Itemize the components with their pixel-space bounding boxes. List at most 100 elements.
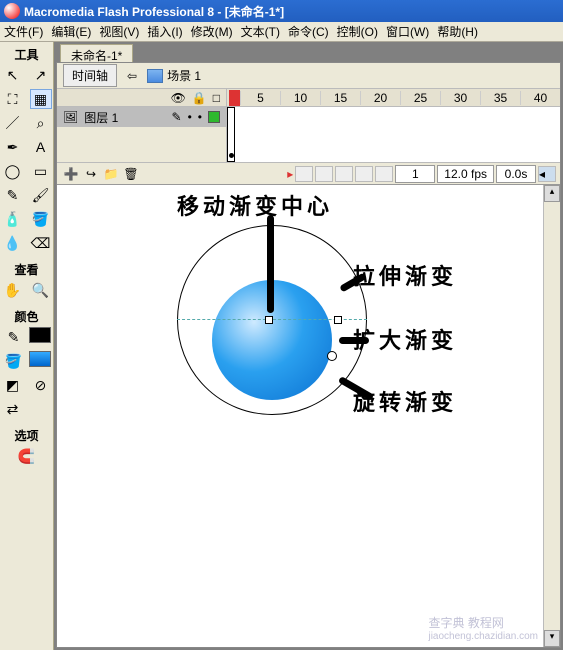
stroke-color-icon[interactable]: ✎: [3, 327, 25, 347]
line-tool-icon[interactable]: ／: [2, 113, 24, 133]
time-field: 0.0s: [496, 165, 536, 183]
oval-tool-icon[interactable]: ◯: [2, 161, 24, 181]
ruler-tick: 5: [240, 91, 280, 105]
new-folder-icon[interactable]: 📁: [103, 166, 119, 182]
zoom-tool-icon[interactable]: 🔍: [30, 280, 52, 300]
vertical-scrollbar[interactable]: ▴ ▾: [543, 185, 560, 647]
menu-modify[interactable]: 修改(M): [191, 23, 233, 40]
timeline-panel: 👁 🔒 □ 🖼 图层 1 ✎ • •: [57, 89, 560, 163]
ruler-tick: 30: [440, 91, 480, 105]
document-tab[interactable]: 未命名-1*: [60, 44, 133, 62]
ruler-tick: 15: [320, 91, 360, 105]
delete-layer-icon[interactable]: 🗑: [123, 166, 139, 182]
modify-markers-button[interactable]: [375, 166, 393, 182]
document-tabs: 未命名-1*: [54, 42, 563, 62]
ruler-tick: 25: [400, 91, 440, 105]
onion-skin-button[interactable]: [315, 166, 333, 182]
gradient-transform-tool-icon[interactable]: ▦: [30, 89, 52, 109]
outline-icon[interactable]: □: [213, 91, 220, 105]
new-layer-icon[interactable]: ➕: [63, 166, 79, 182]
hand-tool-icon[interactable]: ✋: [2, 280, 24, 300]
eraser-tool-icon[interactable]: ⌫: [30, 233, 52, 253]
annotation-stroke: [267, 215, 274, 313]
layer-edit-icon: ✎: [172, 110, 182, 124]
snap-magnet-icon[interactable]: 🧲: [16, 446, 38, 466]
lasso-tool-icon[interactable]: ⌕: [30, 113, 52, 133]
ruler-tick: 35: [480, 91, 520, 105]
frame-ruler[interactable]: 5 10 15 20 25 30 35 40: [227, 89, 560, 107]
pen-tool-icon[interactable]: ✒: [2, 137, 24, 157]
eye-icon[interactable]: 👁: [171, 91, 186, 105]
free-transform-tool-icon[interactable]: ⛶: [2, 89, 24, 109]
tools-header: 工具: [14, 46, 38, 63]
options-header: 选项: [14, 427, 38, 444]
menu-text[interactable]: 文本(T): [241, 23, 280, 40]
layer-name: 图层 1: [84, 109, 118, 126]
label-stretch: 拉伸渐变: [353, 259, 457, 291]
onion-outline-button[interactable]: [335, 166, 353, 182]
gradient-center-handle[interactable]: [265, 316, 273, 324]
fill-color-icon[interactable]: 🪣: [3, 351, 25, 371]
menu-edit[interactable]: 编辑(E): [51, 23, 91, 40]
app-icon: [4, 3, 20, 19]
stroke-color-swatch[interactable]: [29, 327, 51, 343]
tools-panel: 工具 ↖ ↗ ⛶ ▦ ／ ⌕ ✒ A ◯ ▭ ✎ 🖌 🧴 🪣 💧 ⌫ 查看 ✋ …: [0, 42, 54, 650]
layer-color-swatch: [208, 111, 220, 123]
color-header: 颜色: [14, 308, 38, 325]
menu-control[interactable]: 控制(O): [337, 23, 378, 40]
scene-icon: [147, 69, 163, 83]
title-bar: Macromedia Flash Professional 8 - [未命名-1…: [0, 0, 563, 22]
inkbottle-tool-icon[interactable]: 🧴: [2, 209, 24, 229]
stage[interactable]: 移动渐变中心 拉伸渐变 扩大渐变 旋转渐变 查字典 教程网 jiaocheng.…: [57, 185, 543, 647]
menu-commands[interactable]: 命令(C): [288, 23, 329, 40]
ruler-tick: 40: [520, 91, 560, 105]
ruler-tick: 20: [360, 91, 400, 105]
add-guide-icon[interactable]: ↪: [83, 166, 99, 182]
brush-tool-icon[interactable]: 🖌: [30, 185, 52, 205]
text-tool-icon[interactable]: A: [30, 137, 52, 157]
gradient-width-handle[interactable]: [334, 316, 342, 324]
scene-name: 场景 1: [167, 67, 201, 84]
playhead-marker-icon: ▸: [287, 167, 293, 181]
timeline-footer: ➕ ↪ 📁 🗑 ▸ 1 12.0 fps 0.0s ◂: [57, 163, 560, 185]
menu-file[interactable]: 文件(F): [4, 23, 43, 40]
fill-color-swatch[interactable]: [29, 351, 51, 367]
scroll-up-icon[interactable]: ▴: [544, 185, 560, 202]
subselect-tool-icon[interactable]: ↗: [30, 65, 52, 85]
swap-colors-icon[interactable]: ⇄: [2, 399, 24, 419]
default-colors-icon[interactable]: ◩: [2, 375, 24, 395]
back-arrow-icon[interactable]: ⇦: [127, 69, 137, 83]
label-rotate: 旋转渐变: [353, 385, 457, 417]
watermark: 查字典 教程网 jiaocheng.chazidian.com: [428, 614, 538, 642]
label-expand: 扩大渐变: [353, 323, 457, 355]
menu-bar: 文件(F) 编辑(E) 视图(V) 插入(I) 修改(M) 文本(T) 命令(C…: [0, 22, 563, 42]
menu-help[interactable]: 帮助(H): [437, 23, 478, 40]
selection-tool-icon[interactable]: ↖: [2, 65, 24, 85]
window-title: Macromedia Flash Professional 8 - [未命名-1…: [24, 3, 284, 20]
lock-icon[interactable]: 🔒: [192, 91, 207, 105]
timeline-button[interactable]: 时间轴: [63, 64, 117, 87]
menu-window[interactable]: 窗口(W): [386, 23, 429, 40]
label-move-center: 移动渐变中心: [177, 189, 333, 221]
keyframe[interactable]: [227, 107, 235, 162]
edit-multiple-button[interactable]: [355, 166, 373, 182]
no-color-icon[interactable]: ⊘: [30, 375, 52, 395]
scroll-down-icon[interactable]: ▾: [544, 630, 560, 647]
paintbucket-tool-icon[interactable]: 🪣: [30, 209, 52, 229]
playhead[interactable]: [229, 90, 240, 106]
rect-tool-icon[interactable]: ▭: [30, 161, 52, 181]
ruler-tick: 10: [280, 91, 320, 105]
center-frame-button[interactable]: [295, 166, 313, 182]
eyedropper-tool-icon[interactable]: 💧: [2, 233, 24, 253]
menu-insert[interactable]: 插入(I): [147, 23, 182, 40]
view-header: 查看: [14, 261, 38, 278]
layer-row[interactable]: 🖼 图层 1 ✎ • •: [57, 107, 226, 127]
menu-view[interactable]: 视图(V): [99, 23, 139, 40]
scene-indicator[interactable]: 场景 1: [147, 67, 201, 84]
layer-dot2: •: [198, 110, 202, 124]
pencil-tool-icon[interactable]: ✎: [2, 185, 24, 205]
scroll-left-button[interactable]: ◂: [538, 166, 556, 182]
gradient-rotate-handle[interactable]: [327, 351, 337, 361]
frames-track[interactable]: [227, 107, 560, 162]
layer-dot: •: [188, 110, 192, 124]
